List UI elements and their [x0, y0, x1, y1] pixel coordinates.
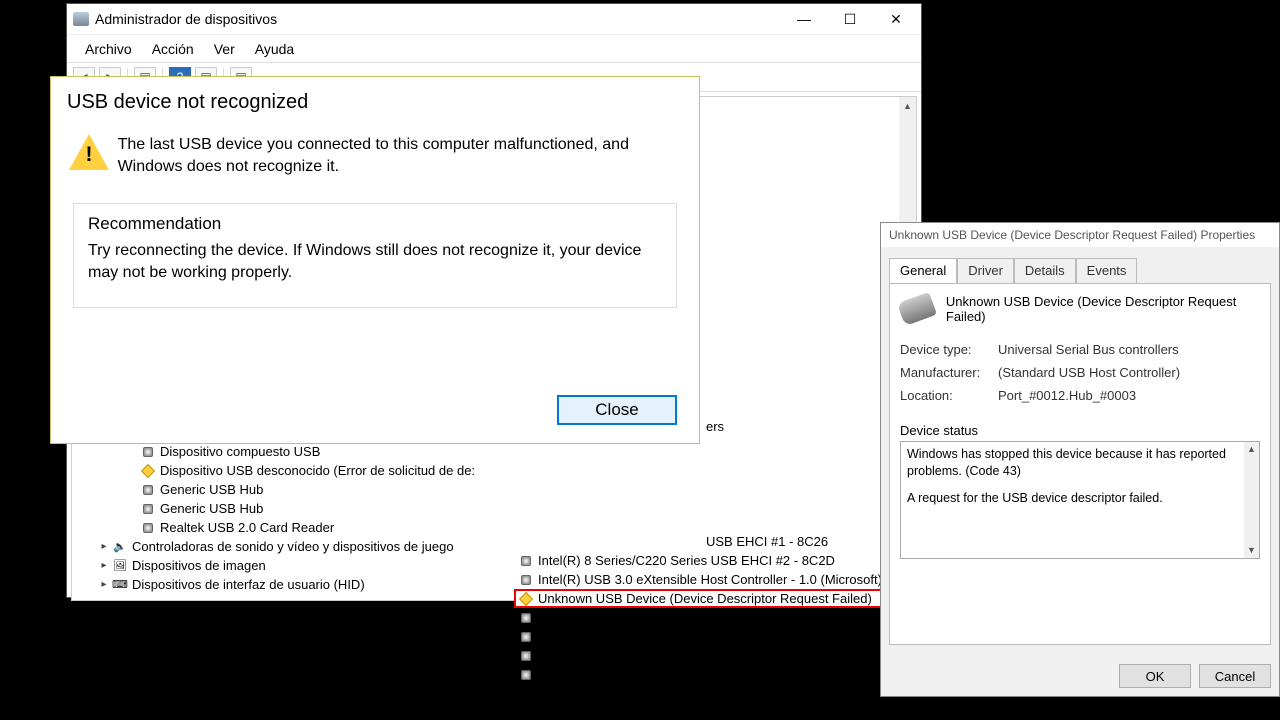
tree-item-label: Intel(R) 8 Series/C220 Series USB EHCI #… [538, 553, 835, 568]
expander-icon[interactable]: ▸ [98, 541, 110, 552]
tree-item-label: Intel(R) USB 3.0 eXtensible Host Control… [538, 572, 882, 587]
tree-item[interactable]: Intel(R) 8 Series/C220 Series USB EHCI #… [516, 551, 916, 570]
image-icon [112, 558, 128, 574]
tree-item-label: USB Root Hub [538, 648, 623, 663]
status-scrollbar[interactable]: ▲ ▼ [1244, 442, 1259, 558]
minimize-button[interactable]: — [781, 4, 827, 34]
tree-item-label: Realtek USB 2.0 Card Reader [160, 520, 334, 535]
tree-item-label: Generic USB Hub [160, 482, 263, 497]
status-heading: Device status [900, 423, 1260, 438]
props-title: Unknown USB Device (Device Descriptor Re… [881, 223, 1279, 247]
tree-item[interactable]: Intel(R) USB 3.0 eXtensible Host Control… [516, 570, 916, 589]
tab-panel-general: Unknown USB Device (Device Descriptor Re… [889, 283, 1271, 645]
menu-ver[interactable]: Ver [204, 37, 245, 61]
tree-item-label: Dispositivo compuesto USB [160, 444, 320, 459]
toast-message: The last USB device you connected to thi… [118, 134, 681, 177]
status-textarea[interactable]: Windows has stopped this device because … [900, 441, 1260, 559]
scroll-up-icon[interactable]: ▲ [899, 97, 916, 114]
recommendation-heading: Recommendation [88, 214, 662, 234]
tree-item-label: USB Root Hub (xHCI) [538, 667, 664, 682]
menu-ayuda[interactable]: Ayuda [245, 37, 304, 61]
expander-icon[interactable]: ▸ [98, 560, 110, 571]
recommendation-text: Try reconnecting the device. If Windows … [88, 240, 662, 283]
tab-driver[interactable]: Driver [957, 258, 1014, 284]
tree-item[interactable]: USB EHCI #1 - 8C26 [516, 532, 916, 551]
tree-item-label: ers [706, 419, 724, 434]
cancel-button[interactable]: Cancel [1199, 664, 1271, 688]
tab-events[interactable]: Events [1076, 258, 1138, 284]
scroll-down-icon[interactable]: ▼ [1244, 543, 1259, 558]
devmgr-icon [73, 12, 89, 26]
scroll-up-icon[interactable]: ▲ [1244, 442, 1259, 457]
maximize-button[interactable]: ☐ [827, 4, 873, 34]
tab-details[interactable]: Details [1014, 258, 1076, 284]
tree-item-label: USB Root Hub [538, 629, 623, 644]
tree-group-label: Dispositivos de interfaz de usuario (HID… [132, 577, 365, 592]
tree-item-label: USB EHCI #1 - 8C26 [706, 534, 828, 549]
tree-group-label: Controladoras de sonido y vídeo y dispos… [132, 539, 454, 554]
sound-icon [112, 539, 128, 555]
tab-general[interactable]: General [889, 258, 957, 284]
tree-item[interactable]: USB Composite Device [516, 608, 916, 627]
devmgr-titlebar[interactable]: Administrador de dispositivos — ☐ ✕ [67, 4, 921, 34]
device-icon [897, 292, 937, 326]
tree-item-label: Dispositivo USB desconocido (Error de so… [160, 463, 475, 478]
value-device-type: Universal Serial Bus controllers [998, 342, 1179, 357]
tree-item-label: Unknown USB Device (Device Descriptor Re… [538, 591, 872, 606]
tree-item-label: USB Composite Device [538, 610, 674, 625]
tree-group-label: Dispositivos de imagen [132, 558, 266, 573]
menu-archivo[interactable]: Archivo [75, 37, 142, 61]
label-location: Location: [900, 388, 998, 403]
value-location: Port_#0012.Hub_#0003 [998, 388, 1136, 403]
device-name: Unknown USB Device (Device Descriptor Re… [946, 294, 1260, 324]
hid-icon [112, 577, 128, 593]
tree-item[interactable]: USB Root Hub [516, 627, 916, 646]
properties-dialog: Unknown USB Device (Device Descriptor Re… [880, 222, 1280, 697]
close-button[interactable]: ✕ [873, 4, 919, 34]
tree-item-label: Generic USB Hub [160, 501, 263, 516]
toast-title: USB device not recognized [51, 77, 699, 124]
tab-strip: General Driver Details Events [881, 247, 1279, 283]
label-device-type: Device type: [900, 342, 998, 357]
ok-button[interactable]: OK [1119, 664, 1191, 688]
toast-close-button[interactable]: Close [557, 395, 677, 425]
value-manufacturer: (Standard USB Host Controller) [998, 365, 1180, 380]
devmgr-title: Administrador de dispositivos [95, 11, 781, 27]
tree-item[interactable]: USB Root Hub (xHCI) [516, 665, 916, 684]
tree-item[interactable]: USB Root Hub [516, 646, 916, 665]
usb-toast: USB device not recognized The last USB d… [50, 76, 700, 444]
status-line-1: Windows has stopped this device because … [907, 446, 1253, 480]
device-tree-right[interactable]: ers USB EHCI #1 - 8C26 Intel(R) 8 Series… [516, 417, 916, 684]
menu-accion[interactable]: Acción [142, 37, 204, 61]
label-manufacturer: Manufacturer: [900, 365, 998, 380]
menubar: Archivo Acción Ver Ayuda [67, 34, 921, 62]
warning-icon [69, 134, 100, 170]
status-line-2: A request for the USB device descriptor … [907, 490, 1253, 507]
expander-icon[interactable]: ▸ [98, 579, 110, 590]
tree-item-highlighted[interactable]: Unknown USB Device (Device Descriptor Re… [514, 589, 916, 608]
